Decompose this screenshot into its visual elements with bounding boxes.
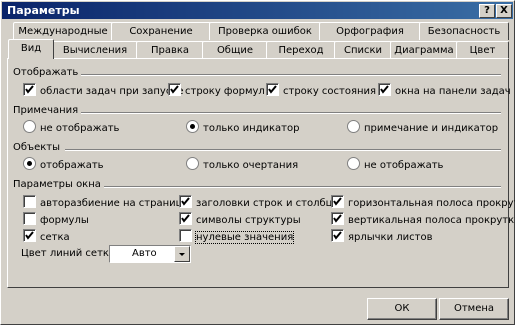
checkbox-box[interactable] — [331, 195, 344, 208]
tab-save[interactable]: Сохранение — [111, 22, 211, 40]
section-divider — [93, 186, 501, 188]
checkbox-box[interactable] — [179, 195, 192, 208]
tab-spelling[interactable]: Орфография — [319, 22, 421, 40]
window-title: Параметры — [7, 4, 80, 17]
gridline-color-select[interactable]: Авто — [109, 245, 191, 263]
radio-circle[interactable] — [186, 157, 199, 170]
tab-general[interactable]: Общие — [202, 41, 268, 59]
tab-color[interactable]: Цвет — [456, 41, 509, 59]
radio-notes-comment-and-indicator[interactable]: примечание и индикатор — [347, 120, 498, 134]
checkbox-box[interactable] — [23, 229, 36, 242]
checkbox-sheet-tabs[interactable]: ярлычки листов — [331, 229, 433, 243]
checkbox-box[interactable] — [179, 212, 192, 225]
radio-objects-show[interactable]: отображать — [23, 157, 104, 171]
section-title-display: Отображать — [13, 67, 82, 78]
radio-circle[interactable] — [23, 120, 36, 133]
checkbox-status-bar[interactable]: строку состояния — [266, 83, 376, 97]
checkbox-box[interactable] — [266, 83, 279, 96]
radio-circle[interactable] — [347, 157, 360, 170]
radio-notes-none[interactable]: не отображать — [23, 120, 119, 134]
checkbox-row-col-headers[interactable]: заголовки строк и столбцов — [179, 195, 344, 209]
radio-circle[interactable] — [186, 120, 199, 133]
tab-security[interactable]: Безопасность — [419, 22, 509, 40]
radio-objects-hide[interactable]: не отображать — [347, 157, 443, 171]
section-divider — [61, 74, 501, 76]
checkbox-zero-values[interactable]: нулевые значения — [179, 229, 295, 244]
checkbox-formula-bar[interactable]: строку формул — [168, 83, 265, 97]
tab-error-checking[interactable]: Проверка ошибок — [209, 22, 321, 40]
tab-calculation[interactable]: Вычисления — [52, 41, 138, 59]
radio-dot — [27, 161, 32, 166]
tab-custom-lists[interactable]: Списки — [334, 41, 392, 59]
help-icon: ? — [484, 5, 490, 16]
checkbox-gridlines[interactable]: сетка — [23, 229, 70, 243]
section-title-window-options: Параметры окна — [13, 179, 104, 190]
chevron-down-icon — [179, 253, 185, 256]
title-bar[interactable]: Параметры ? X — [2, 2, 513, 19]
tab-edit[interactable]: Правка — [136, 41, 204, 59]
help-button[interactable]: ? — [479, 4, 495, 18]
cancel-button[interactable]: Отмена — [439, 298, 509, 320]
checkbox-box[interactable] — [23, 212, 36, 225]
gridline-color-value: Авто — [132, 248, 157, 259]
section-title-notes: Примечания — [13, 105, 82, 116]
checkbox-box[interactable] — [179, 229, 192, 242]
ok-button[interactable]: ОК — [367, 298, 437, 320]
checkbox-box[interactable] — [23, 195, 36, 208]
dropdown-button[interactable] — [174, 246, 190, 262]
section-divider — [77, 112, 501, 114]
radio-objects-placeholders[interactable]: только очертания — [186, 157, 298, 171]
radio-circle[interactable] — [347, 120, 360, 133]
checkbox-box[interactable] — [331, 229, 344, 242]
tab-international[interactable]: Международные — [13, 22, 113, 40]
close-icon: X — [500, 5, 508, 16]
checkbox-vertical-scrollbar[interactable]: вертикальная полоса прокрутки — [331, 212, 515, 226]
section-divider — [65, 149, 501, 151]
radio-notes-indicator[interactable]: только индикатор — [186, 120, 299, 134]
checkbox-outline-symbols[interactable]: символы структуры — [179, 212, 301, 226]
checkbox-formulas[interactable]: формулы — [23, 212, 89, 226]
checkbox-box[interactable] — [168, 83, 181, 96]
checkbox-windows-taskbar[interactable]: окна на панели задач — [378, 83, 511, 97]
tab-chart[interactable]: Диаграмма — [390, 41, 458, 59]
checkbox-page-breaks[interactable]: авторазбиение на страницы — [23, 195, 190, 209]
checkbox-horizontal-scrollbar[interactable]: горизонтальная полоса прокрутки — [331, 195, 515, 209]
checkbox-taskpane-startup[interactable]: области задач при запуске — [23, 83, 184, 97]
section-title-objects: Объекты — [13, 142, 64, 153]
close-button[interactable]: X — [496, 4, 512, 18]
radio-dot — [190, 124, 195, 129]
checkbox-box[interactable] — [378, 83, 391, 96]
options-dialog: Параметры ? X Международные Сохранение П… — [0, 0, 515, 325]
tab-view[interactable]: Вид — [8, 39, 54, 59]
checkbox-box[interactable] — [23, 83, 36, 96]
gridline-color-label: Цвет линий сетки: — [21, 248, 119, 259]
checkbox-box[interactable] — [331, 212, 344, 225]
radio-circle[interactable] — [23, 157, 36, 170]
tab-transition[interactable]: Переход — [266, 41, 336, 59]
